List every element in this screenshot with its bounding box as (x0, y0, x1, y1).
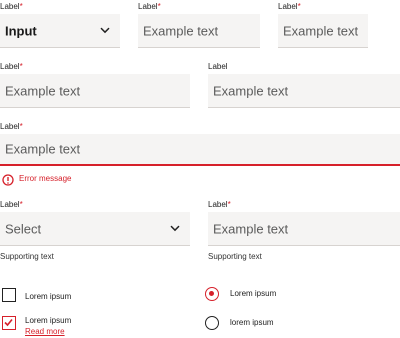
radio-2-label: lorem ipsum (230, 318, 274, 327)
read-more-link[interactable]: Read more (25, 327, 65, 336)
checkmark-icon (4, 318, 13, 327)
example-text-field-error[interactable]: Example text (0, 134, 400, 166)
input-select[interactable]: Input (0, 14, 120, 48)
supporting-text-field: Supporting text (208, 252, 262, 261)
error-message: Error message (19, 174, 72, 183)
checkbox-1-label: Lorem ipsum (25, 292, 72, 301)
example-text-placeholder-error: Example text (5, 141, 81, 157)
radio-2[interactable] (205, 316, 219, 330)
example-text-placeholder-2: Example text (283, 23, 359, 38)
example-text-placeholder-5: Example text (213, 221, 289, 236)
select-placeholder: Select (5, 221, 42, 236)
input-select-value: Input (5, 23, 37, 38)
radio-selected-dot (209, 291, 214, 296)
example-text-placeholder-1: Example text (143, 23, 219, 38)
error-icon (2, 173, 14, 186)
label-example-text-error: Label* (0, 122, 23, 131)
example-text-field-1[interactable]: Example text (138, 14, 260, 48)
select-dropdown[interactable]: Select (0, 212, 190, 246)
chevron-down-icon (100, 27, 110, 33)
example-text-placeholder-4: Example text (213, 83, 289, 98)
example-text-field-2[interactable]: Example text (278, 14, 368, 48)
checkbox-1[interactable] (2, 288, 16, 302)
label-example-text-3: Label* (0, 62, 23, 71)
example-text-field-4[interactable]: Example text (208, 74, 400, 108)
label-example-text-4: Label (208, 62, 228, 71)
label-example-text-1: Label* (138, 2, 161, 11)
checkbox-2[interactable] (2, 316, 16, 330)
checkbox-2-label: Lorem ipsum (25, 316, 72, 325)
example-text-field-3[interactable]: Example text (0, 74, 190, 108)
example-text-placeholder-3: Example text (5, 83, 81, 98)
label-example-text-2: Label* (278, 2, 301, 11)
example-text-field-5[interactable]: Example text (208, 212, 400, 246)
label-example-text-5: Label* (208, 200, 231, 209)
radio-1[interactable] (205, 287, 219, 301)
radio-1-label: Lorem ipsum (230, 289, 277, 298)
label-select: Label* (0, 200, 23, 209)
chevron-down-icon (170, 225, 180, 231)
label-input-select: Label* (0, 2, 23, 11)
supporting-text-select: Supporting text (0, 252, 54, 261)
